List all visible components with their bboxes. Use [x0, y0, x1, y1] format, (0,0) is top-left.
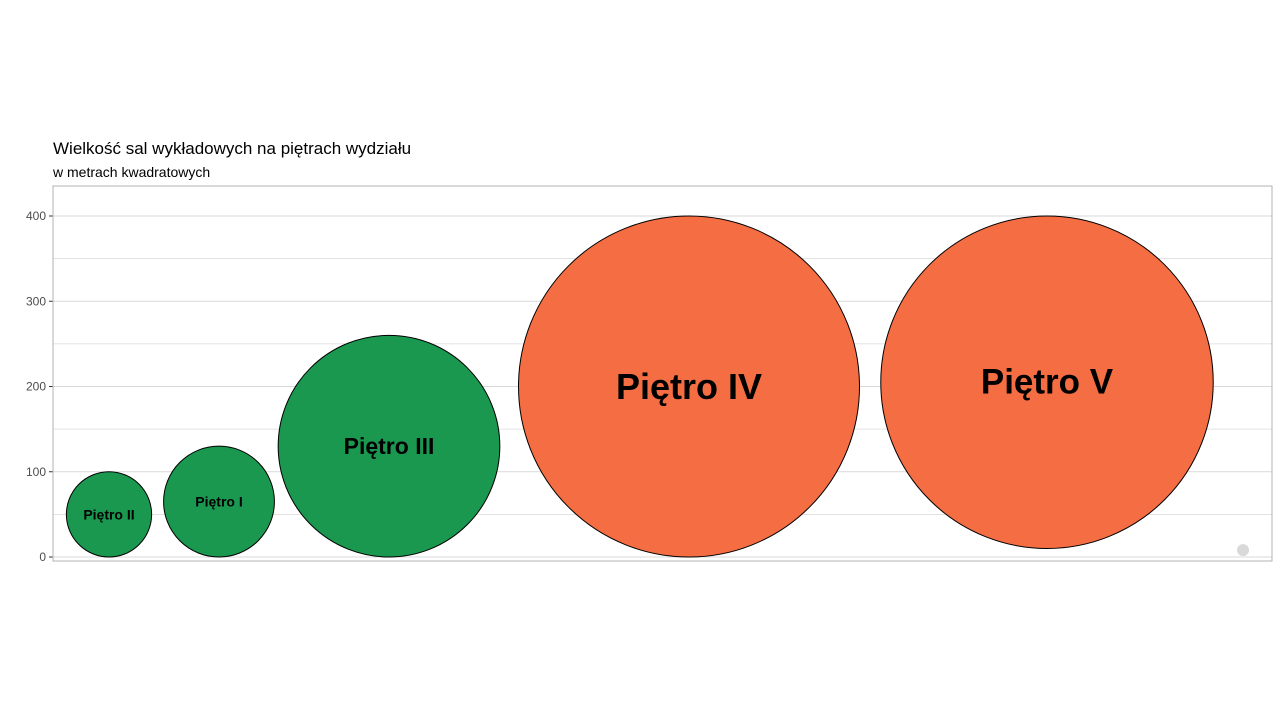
bubble-5: Piętro V: [880, 215, 1214, 549]
bubble-3: Piętro III: [277, 334, 501, 558]
bubble-label: Piętro II: [83, 506, 134, 522]
small-point: [1237, 544, 1249, 557]
y-tick-label: 400: [26, 209, 46, 223]
bubble-label: Piętro IV: [616, 366, 762, 407]
bubble-1: Piętro II: [65, 471, 153, 558]
bubble-label: Piętro V: [981, 363, 1114, 402]
bubble-label: Piętro III: [344, 433, 435, 459]
y-tick-label: 200: [26, 380, 46, 394]
y-tick-label: 100: [26, 465, 46, 479]
y-tick-label: 300: [26, 294, 46, 308]
bubble-4: Piętro IV: [518, 215, 860, 558]
bubble-chart: 0 100 200 300 400 Piętro II Piętro I Piętro II…: [26, 185, 1273, 564]
bubble-label: Piętro I: [195, 494, 242, 510]
bubble-2: Piętro I: [163, 445, 275, 558]
y-tick-label: 0: [39, 550, 46, 564]
y-axis: 0 100 200 300 400: [26, 209, 53, 564]
